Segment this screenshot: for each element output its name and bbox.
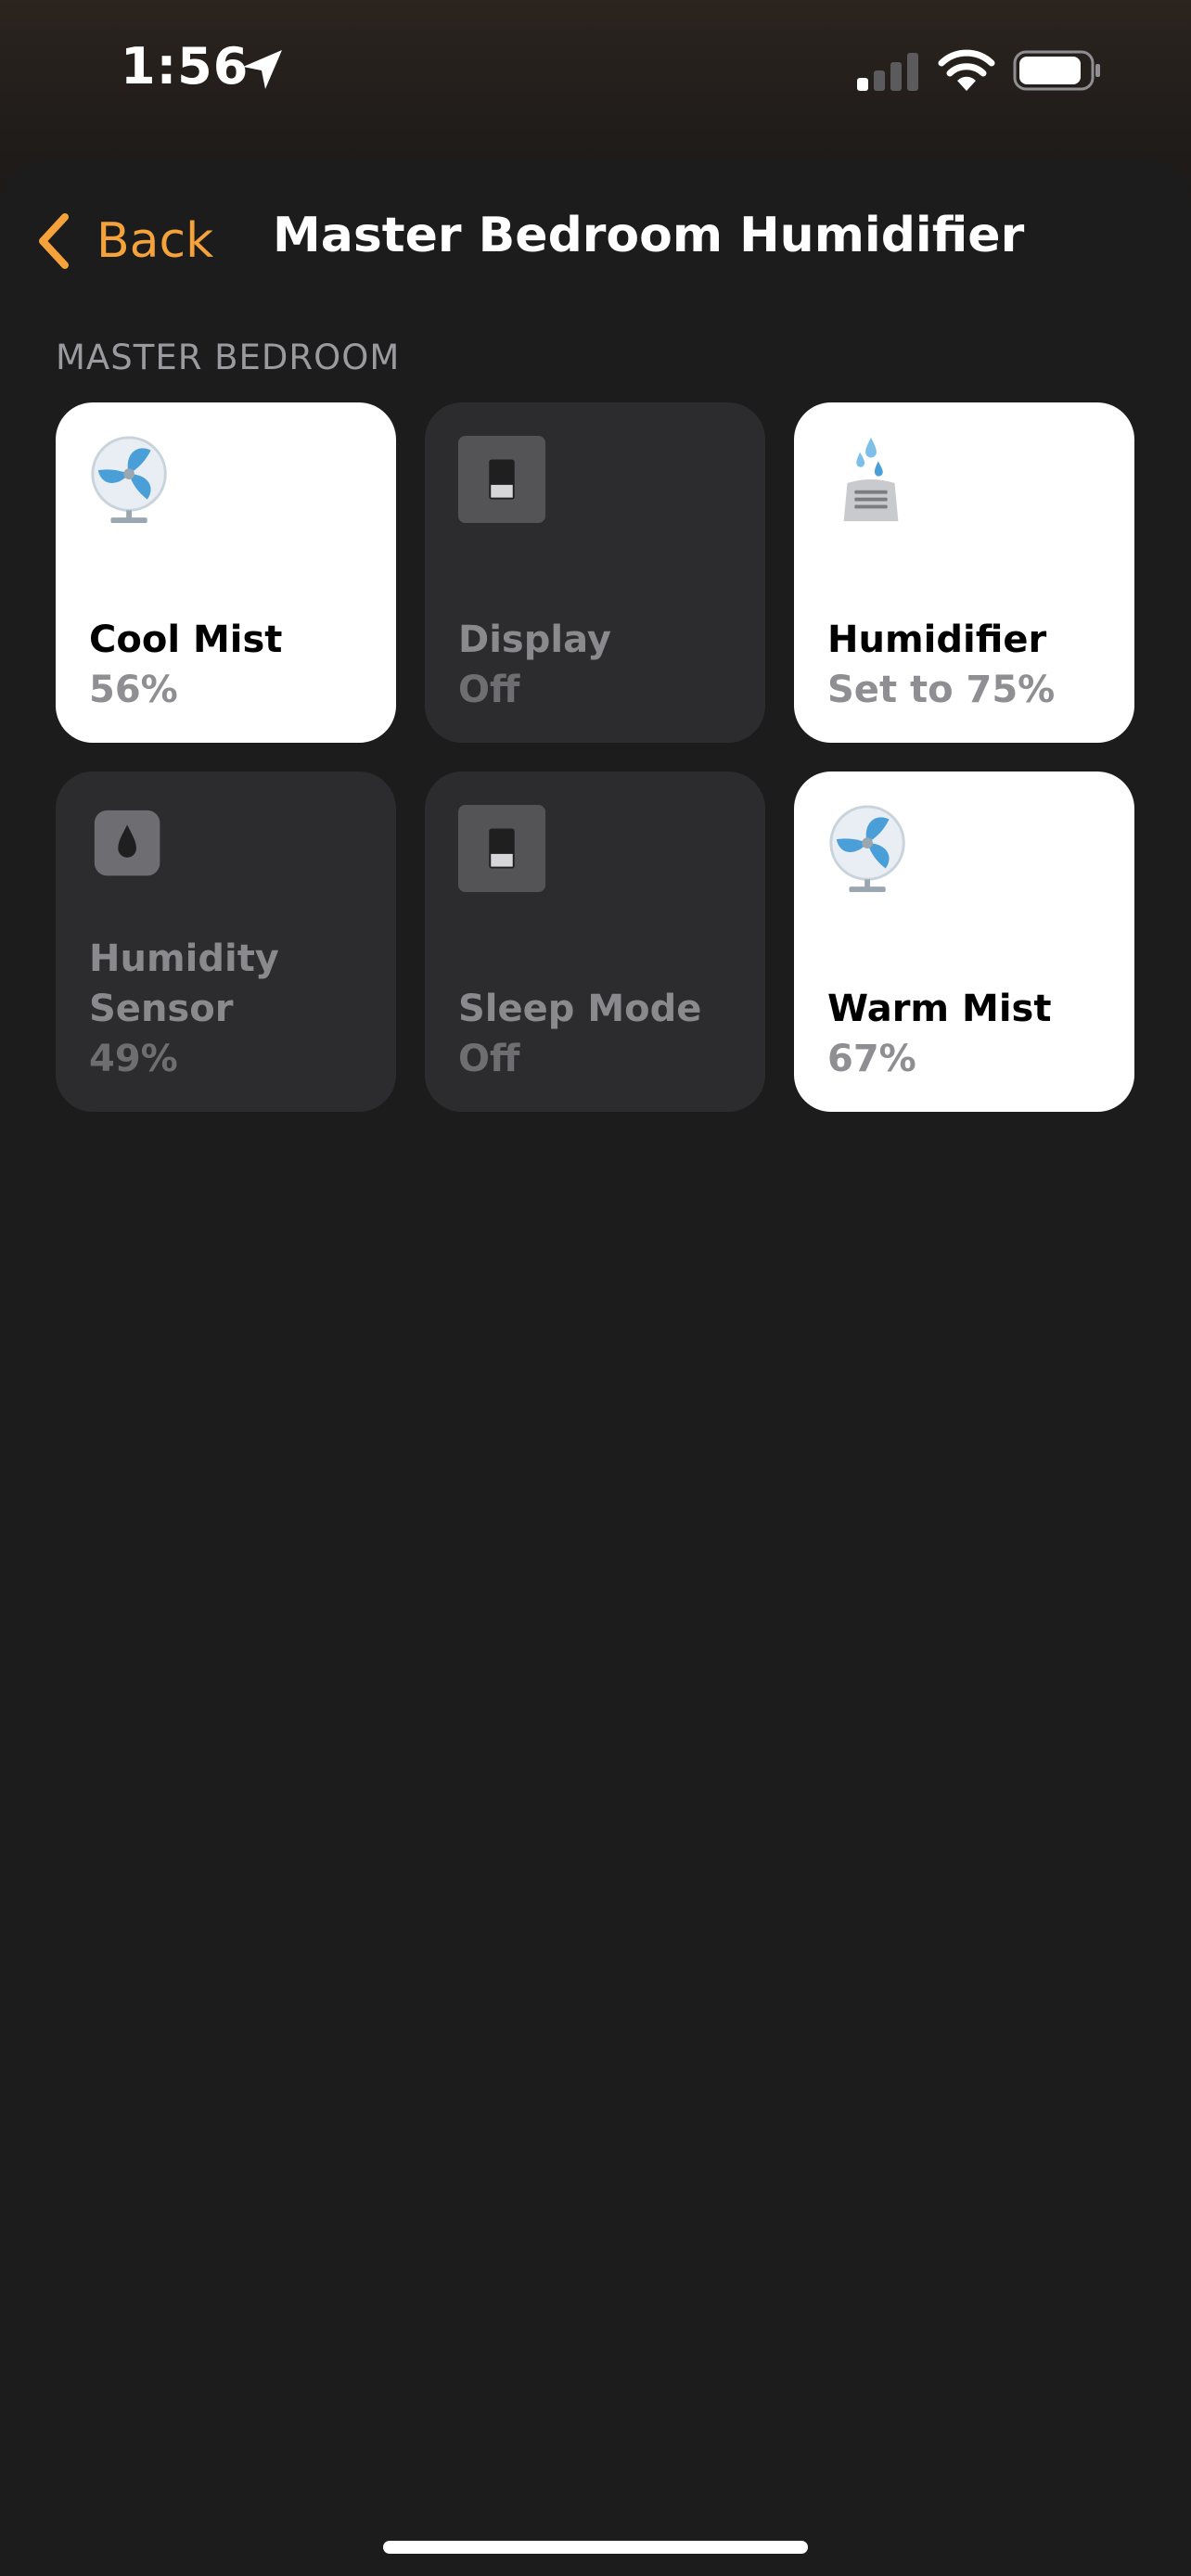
- back-label: Back: [96, 213, 214, 269]
- tile-display[interactable]: Display Off: [425, 402, 765, 743]
- tile-status: Off: [458, 1038, 520, 1080]
- tile-sleep-mode[interactable]: Sleep Mode Off: [425, 772, 765, 1112]
- switch-icon: [457, 804, 546, 893]
- switch-icon: [457, 435, 546, 524]
- tile-status: Off: [458, 669, 520, 711]
- tile-name: Humidifier: [827, 618, 1047, 661]
- wifi-icon: [938, 49, 995, 91]
- tile-status: 67%: [827, 1038, 916, 1080]
- tile-cool-mist[interactable]: Cool Mist 56%: [56, 402, 396, 743]
- accessory-sheet: Back Master Bedroom Humidifier MASTER BE…: [0, 159, 1191, 2576]
- cellular-signal-icon: [857, 53, 918, 91]
- tile-name: Cool Mist: [89, 618, 283, 661]
- humidity-drop-icon: [94, 810, 160, 876]
- tile-name: Sleep Mode: [458, 988, 702, 1030]
- tile-name: Humidity Sensor: [89, 937, 279, 1030]
- section-header: MASTER BEDROOM: [56, 338, 401, 377]
- tile-name: Display: [458, 618, 611, 661]
- fan-icon: [829, 805, 905, 893]
- fan-icon: [91, 436, 167, 524]
- page-title: Master Bedroom Humidifier: [273, 208, 1025, 263]
- tile-status: 56%: [89, 669, 178, 711]
- tile-name: Warm Mist: [827, 988, 1052, 1030]
- home-indicator[interactable]: [383, 2541, 808, 2554]
- tile-humidifier[interactable]: Humidifier Set to 75%: [794, 402, 1134, 743]
- status-bar: 1:56: [0, 0, 1191, 148]
- tile-status: Set to 75%: [827, 669, 1056, 711]
- battery-icon: [1013, 50, 1100, 91]
- screen: 1:56 Back Master Bedroom Humidifier MAST…: [0, 0, 1191, 2576]
- tile-warm-mist[interactable]: Warm Mist 67%: [794, 772, 1134, 1112]
- humidifier-icon: [843, 437, 899, 522]
- status-time: 1:56: [121, 37, 250, 96]
- chevron-left-icon: [39, 213, 69, 269]
- tile-humidity-sensor[interactable]: Humidity Sensor 49%: [56, 772, 396, 1112]
- back-button[interactable]: Back: [35, 204, 213, 278]
- navigation-bar: Back Master Bedroom Humidifier: [0, 159, 1191, 317]
- tile-status: 49%: [89, 1038, 178, 1080]
- location-arrow-icon: [243, 50, 282, 89]
